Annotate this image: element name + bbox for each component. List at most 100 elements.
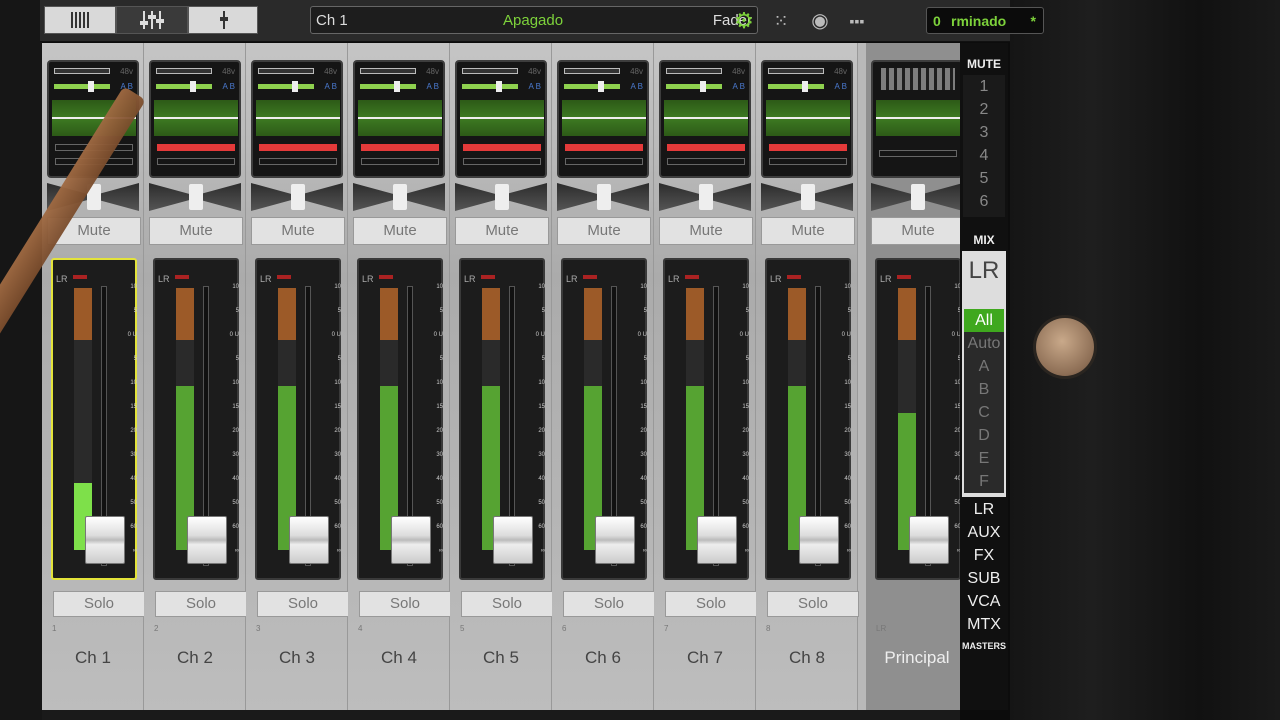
category-item[interactable]: FX xyxy=(960,544,1008,567)
channel-processing-display[interactable]: 48v A B xyxy=(761,60,853,178)
channel-name[interactable]: Ch 5 xyxy=(450,648,552,668)
pan-knob[interactable] xyxy=(495,184,509,210)
pan-knob[interactable] xyxy=(911,184,925,210)
mute-group-item[interactable]: 1 xyxy=(963,75,1005,98)
solo-button[interactable]: Solo xyxy=(461,591,553,617)
category-item[interactable]: AUX xyxy=(960,521,1008,544)
trim-knob xyxy=(802,81,808,92)
pan-knob[interactable] xyxy=(291,184,305,210)
channel-processing-display[interactable]: 48v A B xyxy=(149,60,241,178)
mute-button[interactable]: Mute xyxy=(659,217,753,245)
gate-indicator xyxy=(157,144,235,151)
view-filter-item[interactable]: F xyxy=(964,470,1004,493)
fader-well[interactable]: LR1050 U510152030405060∞ xyxy=(153,258,239,580)
channel-processing-display[interactable]: 48v A B xyxy=(455,60,547,178)
fader-well[interactable]: LR1050 U510152030405060∞ xyxy=(765,258,851,580)
channel-processing-display[interactable]: 48v A B xyxy=(659,60,751,178)
mute-group-item[interactable]: 4 xyxy=(963,144,1005,167)
view-filter-item[interactable]: All xyxy=(964,309,1004,332)
mute-button[interactable]: Mute xyxy=(871,217,965,245)
channel-name[interactable]: Ch 2 xyxy=(144,648,246,668)
mute-group-item[interactable]: 2 xyxy=(963,98,1005,121)
view-meters-button[interactable] xyxy=(44,6,116,34)
view-filter-item[interactable]: B xyxy=(964,378,1004,401)
channel-name[interactable]: Ch 6 xyxy=(552,648,654,668)
fader-well[interactable]: LR1050 U510152030405060∞ xyxy=(561,258,647,580)
main-processing-display[interactable] xyxy=(871,60,963,178)
lr-assign-label: LR xyxy=(770,274,782,284)
level-meter xyxy=(74,288,92,550)
routing-icon[interactable]: ⁙ xyxy=(768,8,794,34)
channel-status-bar[interactable]: Ch 1 Apagado Fader xyxy=(310,6,758,34)
solo-button[interactable]: Solo xyxy=(563,591,655,617)
fader-well[interactable]: LR1050 U510152030405060∞ xyxy=(459,258,545,580)
fader-well[interactable]: LR1050 U510152030405060∞ xyxy=(875,258,961,580)
pan-knob[interactable] xyxy=(189,184,203,210)
channel-name[interactable]: Ch 4 xyxy=(348,648,450,668)
scale-mark: 10 xyxy=(436,380,443,386)
category-item[interactable]: SUB xyxy=(960,567,1008,590)
channel-processing-display[interactable]: 48v A B xyxy=(251,60,343,178)
channel-processing-display[interactable]: 48v A B xyxy=(557,60,649,178)
view-single-channel-button[interactable] xyxy=(188,6,258,34)
fader-cap[interactable] xyxy=(187,516,227,564)
mute-button[interactable]: Mute xyxy=(353,217,447,245)
record-icon[interactable]: ◉ xyxy=(807,8,833,34)
solo-button[interactable]: Solo xyxy=(665,591,757,617)
main-name[interactable]: Principal xyxy=(866,648,968,668)
fader-cap[interactable] xyxy=(909,516,949,564)
fader-cap[interactable] xyxy=(391,516,431,564)
pan-knob[interactable] xyxy=(597,184,611,210)
view-filter-item[interactable]: E xyxy=(964,447,1004,470)
trim-bar xyxy=(258,81,314,92)
fader-cap[interactable] xyxy=(85,516,125,564)
home-button[interactable] xyxy=(1036,318,1094,376)
solo-button[interactable]: Solo xyxy=(767,591,859,617)
fader-well[interactable]: LR1050 U510152030405060∞ xyxy=(663,258,749,580)
grid-icon[interactable]: ▪▪▪ xyxy=(844,8,870,34)
clip-indicator xyxy=(481,275,495,279)
pan-knob[interactable] xyxy=(393,184,407,210)
solo-button[interactable]: Solo xyxy=(53,591,145,617)
channel-name[interactable]: Ch 3 xyxy=(246,648,348,668)
category-item[interactable]: LR xyxy=(960,498,1008,521)
category-item[interactable]: VCA xyxy=(960,590,1008,613)
channel-name[interactable]: Ch 8 xyxy=(756,648,858,668)
channel-processing-display[interactable]: 48v A B xyxy=(353,60,445,178)
category-item[interactable]: MTX xyxy=(960,613,1008,636)
fader-well[interactable]: LR1050 U510152030405060∞ xyxy=(255,258,341,580)
fader-cap[interactable] xyxy=(799,516,839,564)
fader-well[interactable]: LR1050 U510152030405060∞ xyxy=(51,258,137,580)
solo-button[interactable]: Solo xyxy=(155,591,247,617)
snapshot-display[interactable]: 0 rminado * xyxy=(926,7,1044,34)
view-filter-item[interactable]: C xyxy=(964,401,1004,424)
view-filter-item[interactable]: D xyxy=(964,424,1004,447)
solo-button[interactable]: Solo xyxy=(257,591,349,617)
mix-target[interactable]: LR xyxy=(962,257,1006,285)
faders-icon xyxy=(140,11,164,29)
settings-gear-icon[interactable]: ⚙ xyxy=(731,8,757,34)
mute-button[interactable]: Mute xyxy=(149,217,243,245)
mute-button[interactable]: Mute xyxy=(761,217,855,245)
view-filter-item[interactable]: Auto xyxy=(964,332,1004,355)
channel-name[interactable]: Ch 7 xyxy=(654,648,756,668)
mute-button[interactable]: Mute xyxy=(251,217,345,245)
mute-button[interactable]: Mute xyxy=(455,217,549,245)
mute-group-item[interactable]: 6 xyxy=(963,190,1005,213)
pan-knob[interactable] xyxy=(699,184,713,210)
fader-cap[interactable] xyxy=(493,516,533,564)
mute-button[interactable]: Mute xyxy=(557,217,651,245)
channel-number: 5 xyxy=(460,624,465,633)
solo-button[interactable]: Solo xyxy=(359,591,451,617)
channel-name[interactable]: Ch 1 xyxy=(42,648,144,668)
meter-headroom xyxy=(482,288,500,340)
mute-group-item[interactable]: 5 xyxy=(963,167,1005,190)
fader-cap[interactable] xyxy=(289,516,329,564)
fader-cap[interactable] xyxy=(595,516,635,564)
view-filter-item[interactable]: A xyxy=(964,355,1004,378)
fader-cap[interactable] xyxy=(697,516,737,564)
pan-knob[interactable] xyxy=(801,184,815,210)
fader-well[interactable]: LR1050 U510152030405060∞ xyxy=(357,258,443,580)
view-faders-button[interactable] xyxy=(116,6,188,34)
mute-group-item[interactable]: 3 xyxy=(963,121,1005,144)
